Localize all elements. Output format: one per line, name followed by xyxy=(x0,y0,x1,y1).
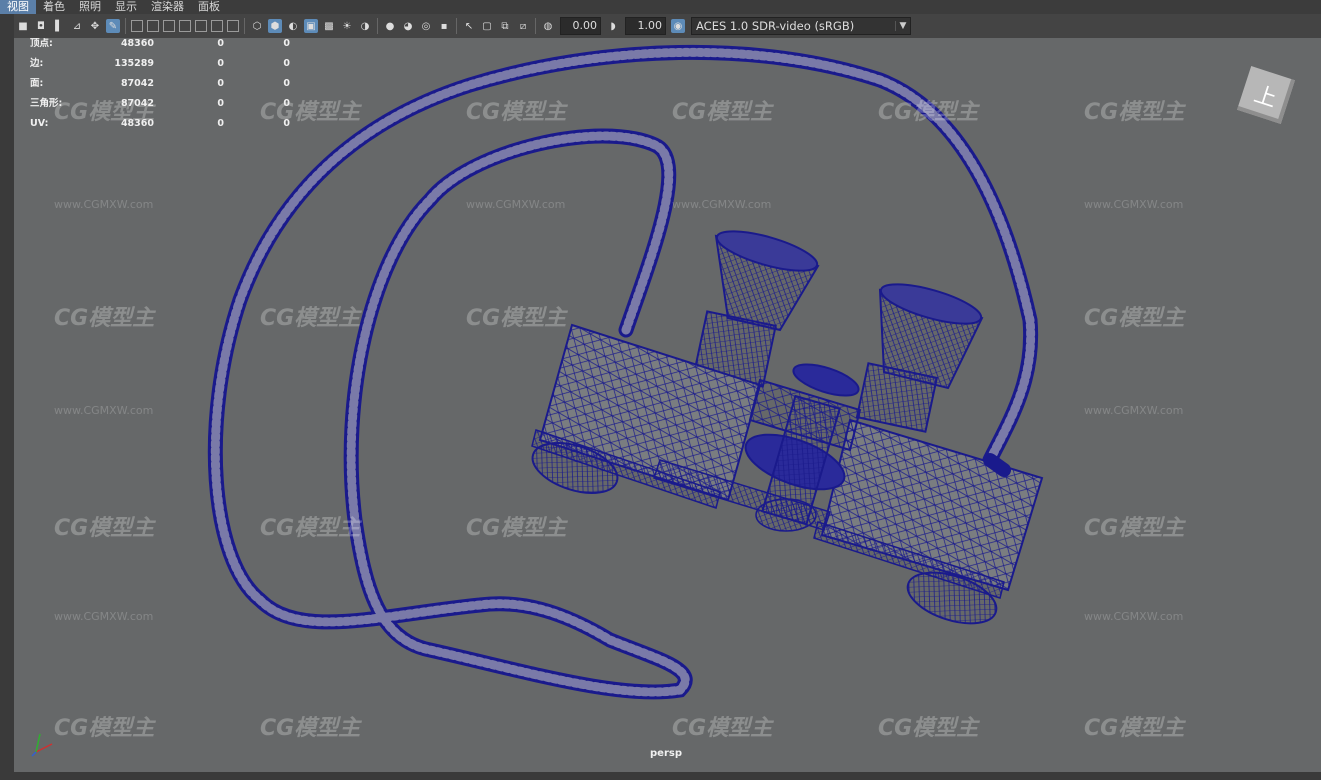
menu-show[interactable]: 显示 xyxy=(108,0,144,14)
screen-space-ao-icon[interactable]: ● xyxy=(383,19,397,33)
shadows-icon[interactable]: ◑ xyxy=(358,19,372,33)
watermark-logo: CG模型主 xyxy=(260,716,361,741)
exposure-icon[interactable]: ◍ xyxy=(541,19,555,33)
bottom-bar xyxy=(0,772,1321,780)
grid-icon[interactable] xyxy=(131,20,143,32)
hud-row-triangles: 三角形: 87042 0 0 xyxy=(30,98,290,109)
watermark-url: www.CGMXW.com xyxy=(466,198,566,211)
hud-row-faces: 面: 87042 0 0 xyxy=(30,78,290,89)
gamma-icon[interactable]: ◗ xyxy=(606,19,620,33)
menu-shading[interactable]: 着色 xyxy=(36,0,72,14)
view-transform-dropdown[interactable]: ACES 1.0 SDR-video (sRGB) ▼ xyxy=(691,17,911,35)
camera-name-label: persp xyxy=(650,748,682,759)
watermark-logo: CG模型主 xyxy=(260,516,361,541)
color-management-icon[interactable]: ◉ xyxy=(671,19,685,33)
gamma-field[interactable]: 1.00 xyxy=(625,17,666,35)
safe-title-icon[interactable] xyxy=(227,20,239,32)
menu-lighting[interactable]: 照明 xyxy=(72,0,108,14)
right-eyepiece xyxy=(855,283,984,433)
grease-pencil-icon[interactable]: ✎ xyxy=(106,19,120,33)
watermark-logo: CG模型主 xyxy=(260,306,361,331)
watermark-logo: CG模型主 xyxy=(54,716,155,741)
watermark-url: www.CGMXW.com xyxy=(1084,610,1184,623)
wireframe-on-shaded-icon[interactable]: ▣ xyxy=(304,19,318,33)
watermark-logo: CG模型主 xyxy=(466,306,567,331)
bookmark-icon[interactable]: ▌ xyxy=(52,19,66,33)
hud-row-uvs: UV: 48360 0 0 xyxy=(30,118,290,129)
axis-gizmo xyxy=(31,733,53,757)
watermark-url: www.CGMXW.com xyxy=(54,198,154,211)
watermark-url: www.CGMXW.com xyxy=(1084,404,1184,417)
safe-action-icon[interactable] xyxy=(211,20,223,32)
xray-components-icon[interactable]: ⧄ xyxy=(516,19,530,33)
watermark-logo: CG模型主 xyxy=(1084,100,1185,125)
watermark-logo: CG模型主 xyxy=(1084,306,1185,331)
watermark-logo: CG模型主 xyxy=(466,516,567,541)
watermark-url: www.CGMXW.com xyxy=(54,404,154,417)
textured-icon[interactable]: ▩ xyxy=(322,19,336,33)
watermark-logo: CG模型主 xyxy=(54,516,155,541)
menu-renderer[interactable]: 渲染器 xyxy=(144,0,191,14)
select-camera-icon[interactable]: ■ xyxy=(16,19,30,33)
hud-row-vertices: 顶点: 48360 0 0 xyxy=(30,38,290,49)
isolate-select-icon[interactable]: ↖ xyxy=(462,19,476,33)
left-tool-strip xyxy=(0,14,15,780)
menu-panels[interactable]: 面板 xyxy=(191,0,227,14)
watermark-logo: CG模型主 xyxy=(672,100,773,125)
poly-count-hud: 顶点: 48360 0 0 边: 135289 0 0 面: 87042 0 0… xyxy=(30,38,290,138)
exposure-field[interactable]: 0.00 xyxy=(560,17,601,35)
depth-of-field-icon[interactable]: ▪ xyxy=(437,19,451,33)
field-chart-icon[interactable] xyxy=(195,20,207,32)
watermark-logo: CG模型主 xyxy=(1084,516,1185,541)
menu-view[interactable]: 视图 xyxy=(0,0,36,14)
3d-viewport[interactable]: CG模型主 CG模型主 CG模型主 CG模型主 CG模型主 CG模型主 www.… xyxy=(14,38,1321,772)
view-transform-value: ACES 1.0 SDR-video (sRGB) xyxy=(696,19,855,33)
image-plane-icon[interactable]: ⊿ xyxy=(70,19,84,33)
watermark-logo: CG模型主 xyxy=(1084,716,1185,741)
watermark-logo: CG模型主 xyxy=(466,100,567,125)
xray-joints-icon[interactable]: ⧉ xyxy=(498,19,512,33)
wireframe-icon[interactable]: ⬡ xyxy=(250,19,264,33)
watermark-logo: CG模型主 xyxy=(54,306,155,331)
watermark-url: www.CGMXW.com xyxy=(672,198,772,211)
gate-mask-icon[interactable] xyxy=(179,20,191,32)
watermark-url: www.CGMXW.com xyxy=(54,610,154,623)
viewport-menu-bar: 视图 着色 照明 显示 渲染器 面板 xyxy=(0,0,1321,14)
watermark-logo: CG模型主 xyxy=(878,100,979,125)
film-gate-icon[interactable] xyxy=(147,20,159,32)
camera-attributes-icon[interactable]: ◘ xyxy=(34,19,48,33)
default-material-icon[interactable]: ◐ xyxy=(286,19,300,33)
left-eyepiece xyxy=(693,230,820,388)
panel-toolbar: ■ ◘ ▌ ⊿ ✥ ✎ ⬡ ⬢ ◐ ▣ ▩ ☀ ◑ ● ◕ ◎ ▪ ↖ ▢ ⧉ … xyxy=(14,14,1321,39)
smooth-shade-icon[interactable]: ⬢ xyxy=(268,19,282,33)
2d-pan-zoom-icon[interactable]: ✥ xyxy=(88,19,102,33)
motion-blur-icon[interactable]: ◕ xyxy=(401,19,415,33)
hud-row-edges: 边: 135289 0 0 xyxy=(30,58,290,69)
chevron-down-icon: ▼ xyxy=(895,21,910,31)
anti-aliasing-icon[interactable]: ◎ xyxy=(419,19,433,33)
watermark-url: www.CGMXW.com xyxy=(1084,198,1184,211)
xray-icon[interactable]: ▢ xyxy=(480,19,494,33)
use-all-lights-icon[interactable]: ☀ xyxy=(340,19,354,33)
watermark-logo: CG模型主 xyxy=(672,716,773,741)
resolution-gate-icon[interactable] xyxy=(163,20,175,32)
right-barrel xyxy=(813,418,1044,625)
watermark-logo: CG模型主 xyxy=(878,716,979,741)
